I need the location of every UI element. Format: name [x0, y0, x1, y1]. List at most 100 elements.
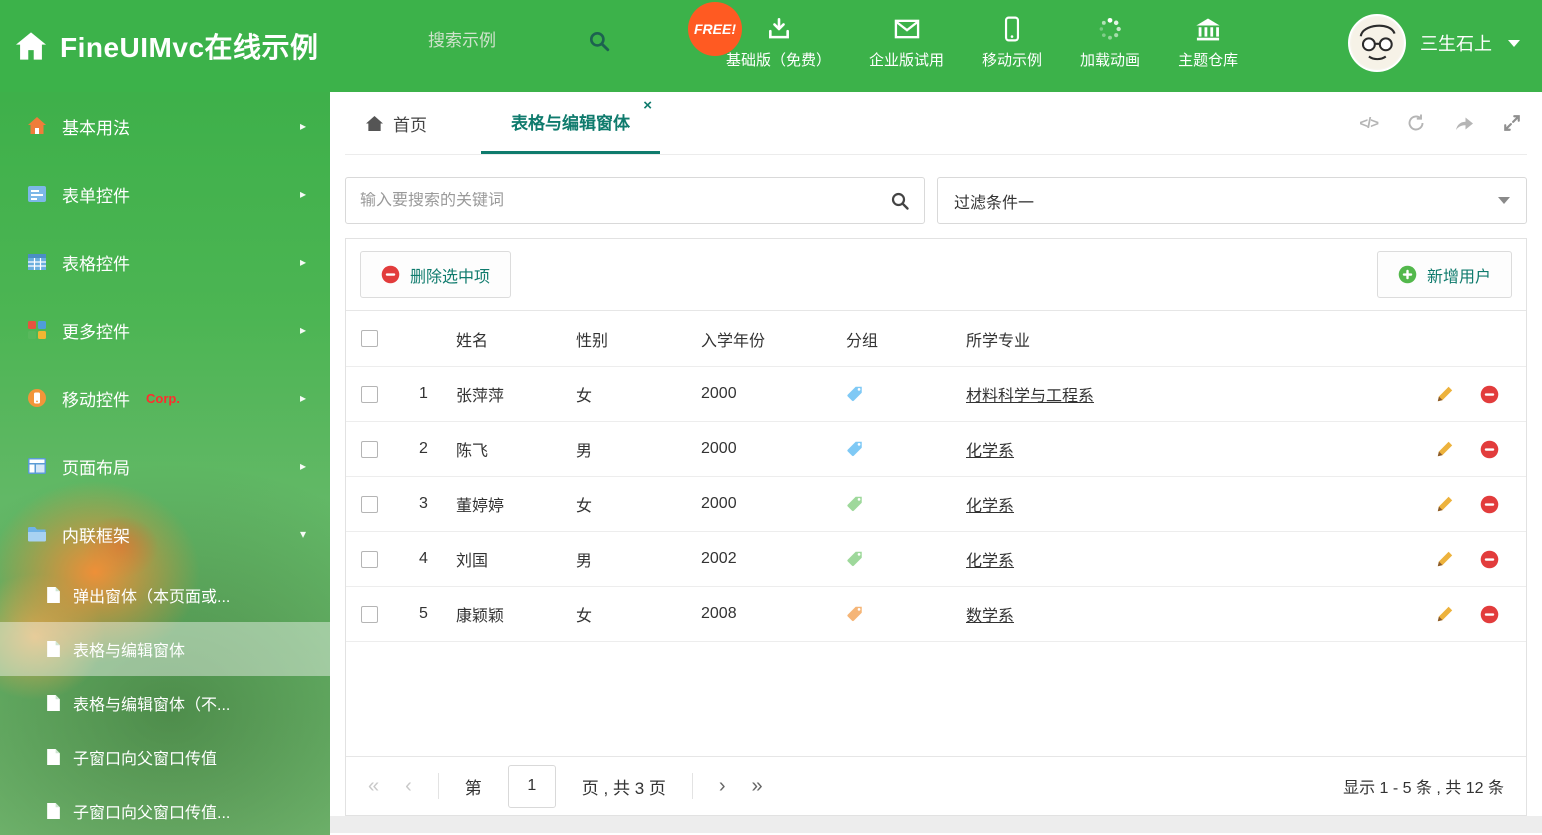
- expand-icon[interactable]: [1503, 114, 1521, 132]
- plus-circle-icon: [1398, 265, 1417, 284]
- cell-gender: 女: [576, 498, 593, 515]
- delete-icon[interactable]: [1480, 385, 1499, 404]
- major-link[interactable]: 数学系: [966, 602, 1014, 626]
- header-search-input[interactable]: [428, 31, 578, 51]
- page-number-input[interactable]: [507, 764, 556, 808]
- delete-icon[interactable]: [1480, 495, 1499, 514]
- share-forward-icon[interactable]: [1454, 114, 1475, 132]
- tag-icon: [846, 605, 864, 623]
- page: FineUIMvc在线示例 FREE! 基础版（免费） 企业版试用: [0, 0, 1542, 835]
- tab-home[interactable]: 首页: [345, 92, 447, 154]
- divider: [437, 773, 439, 799]
- filter-dropdown[interactable]: 过滤条件一: [937, 177, 1527, 224]
- row-checkbox[interactable]: [361, 495, 378, 513]
- add-user-button[interactable]: 新增用户: [1376, 251, 1512, 298]
- chevron-down-icon: ▾: [299, 527, 306, 541]
- sidebar-submenu: 弹出窗体（本页面或... 表格与编辑窗体 表格与编辑窗体（不... 子窗口向父窗…: [0, 568, 330, 835]
- chevron-right-icon: ▸: [299, 323, 306, 337]
- sidebar-subitem-label: 子窗口向父窗口传值...: [73, 805, 231, 822]
- column-header-gender: 性别: [576, 332, 609, 350]
- delete-icon[interactable]: [1480, 605, 1499, 624]
- page-icon: [46, 748, 61, 766]
- sidebar-subitem-grid-edit-window[interactable]: 表格与编辑窗体: [0, 622, 330, 676]
- chevron-down-icon: [1508, 39, 1520, 47]
- sidebar-item-more-controls[interactable]: 更多控件 ▸: [0, 296, 330, 364]
- nav-item-basic-free[interactable]: 基础版（免费）: [726, 16, 831, 70]
- chevron-right-icon: ▸: [299, 391, 306, 405]
- cell-gender: 女: [576, 388, 593, 405]
- user-menu[interactable]: 三生石上: [1348, 14, 1520, 72]
- tab-grid-edit-window[interactable]: 表格与编辑窗体 ×: [481, 92, 660, 154]
- sidebar-item-form-controls[interactable]: 表单控件 ▸: [0, 160, 330, 228]
- sidebar-subitem-child-to-parent[interactable]: 子窗口向父窗口传值: [0, 730, 330, 784]
- sidebar-subitem-popup-window[interactable]: 弹出窗体（本页面或...: [0, 568, 330, 622]
- next-page-icon[interactable]: ›: [719, 775, 726, 798]
- page-icon: [46, 802, 61, 820]
- column-header-year: 入学年份: [701, 332, 766, 350]
- first-page-icon[interactable]: «: [368, 775, 379, 798]
- keyword-search-input[interactable]: [360, 191, 890, 210]
- sidebar-item-basic-usage[interactable]: 基本用法 ▸: [0, 92, 330, 160]
- sidebar-item-iframe[interactable]: 内联框架 ▾: [0, 500, 330, 568]
- delete-selected-button[interactable]: 删除选中项: [360, 251, 512, 298]
- search-icon[interactable]: [588, 30, 610, 52]
- row-checkbox[interactable]: [361, 440, 378, 458]
- cell-year: 2008: [701, 605, 737, 622]
- major-link[interactable]: 化学系: [966, 492, 1014, 516]
- form-icon: [26, 183, 48, 205]
- major-link[interactable]: 化学系: [966, 547, 1014, 571]
- search-icon[interactable]: [890, 191, 910, 211]
- sidebar-item-page-layout[interactable]: 页面布局 ▸: [0, 432, 330, 500]
- nav-item-enterprise-trial[interactable]: 企业版试用: [869, 16, 944, 70]
- delete-icon[interactable]: [1480, 550, 1499, 569]
- row-checkbox[interactable]: [361, 385, 378, 403]
- edit-icon[interactable]: [1436, 550, 1454, 568]
- last-page-icon[interactable]: »: [752, 775, 763, 798]
- main-content: 首页 表格与编辑窗体 × </> 输入要搜索的关键词 过滤条件一 删除选中项 新…: [330, 92, 1542, 835]
- cell-name: 陈飞: [456, 443, 489, 460]
- tab-tools: </>: [1359, 92, 1527, 154]
- major-link[interactable]: 化学系: [966, 437, 1014, 461]
- row-checkbox[interactable]: [361, 605, 378, 623]
- keyword-search-box: [345, 177, 925, 224]
- bottom-strip: [330, 816, 1542, 833]
- edit-icon[interactable]: [1436, 440, 1454, 458]
- divider: [691, 773, 693, 799]
- row-checkbox[interactable]: [361, 550, 378, 568]
- nav-item-loading-animation[interactable]: 加载动画: [1080, 16, 1140, 70]
- select-all-checkbox[interactable]: [361, 330, 378, 347]
- edit-icon[interactable]: [1436, 495, 1454, 513]
- source-code-icon[interactable]: </>: [1359, 115, 1379, 132]
- major-link[interactable]: 材料科学与工程系: [966, 382, 1094, 406]
- loading-dots-icon: [1097, 16, 1123, 42]
- filter-dropdown-value: 过滤条件一: [954, 194, 1035, 212]
- sidebar-item-mobile-controls[interactable]: 移动控件 Corp. ▸: [0, 364, 330, 432]
- delete-icon[interactable]: [1480, 440, 1499, 459]
- sidebar-subitem-grid-edit-window-2[interactable]: 表格与编辑窗体（不...: [0, 676, 330, 730]
- nav-item-theme-store[interactable]: 主题仓库: [1178, 16, 1238, 70]
- edit-icon[interactable]: [1436, 385, 1454, 403]
- body: 基本用法 ▸ 表单控件 ▸ 表格控件 ▸ 更多控件 ▸ 移动控件 Corp. ▸…: [0, 92, 1542, 835]
- record-summary: 显示 1 - 5 条 , 共 12 条: [1343, 780, 1504, 797]
- nav-item-mobile-demo[interactable]: 移动示例: [982, 16, 1042, 70]
- chevron-right-icon: ▸: [299, 119, 306, 133]
- row-number: 1: [419, 385, 428, 402]
- prev-page-icon[interactable]: ‹: [405, 775, 412, 798]
- sidebar-item-grid-controls[interactable]: 表格控件 ▸: [0, 228, 330, 296]
- cell-name: 康颖颖: [456, 608, 505, 625]
- row-number: 2: [419, 440, 428, 457]
- app-title: FineUIMvc在线示例: [60, 32, 319, 63]
- header-search: [428, 30, 638, 52]
- brand[interactable]: FineUIMvc在线示例: [14, 26, 319, 66]
- sidebar: 基本用法 ▸ 表单控件 ▸ 表格控件 ▸ 更多控件 ▸ 移动控件 Corp. ▸…: [0, 92, 330, 835]
- table-row: 5 康颖颖 女 2008 数学系: [346, 587, 1526, 642]
- close-icon[interactable]: ×: [643, 98, 652, 113]
- minus-circle-icon: [381, 265, 400, 284]
- user-name: 三生石上: [1420, 34, 1492, 54]
- refresh-icon[interactable]: [1406, 113, 1426, 133]
- corp-badge: Corp.: [146, 390, 180, 406]
- sidebar-subitem-child-to-parent-2[interactable]: 子窗口向父窗口传值...: [0, 784, 330, 835]
- edit-icon[interactable]: [1436, 605, 1454, 623]
- pagination-bar: « ‹ 第 页 , 共 3 页 › » 显示 1 - 5 条 , 共 12 条: [346, 756, 1526, 815]
- sidebar-item-label: 内联框架: [62, 526, 130, 546]
